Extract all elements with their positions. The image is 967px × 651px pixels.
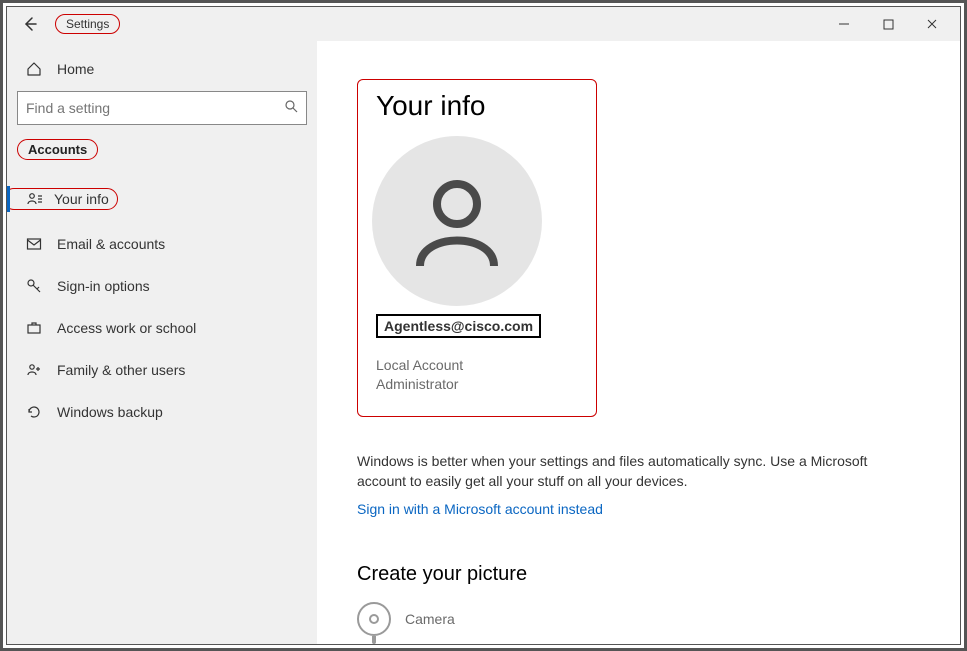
refresh-icon: [25, 404, 43, 420]
sign-in-microsoft-link[interactable]: Sign in with a Microsoft account instead: [357, 501, 603, 517]
close-icon: [926, 18, 938, 30]
close-button[interactable]: [910, 9, 954, 39]
outer-frame: Settings Home: [0, 0, 967, 651]
account-email: Agentless@cisco.com: [376, 314, 541, 338]
camera-icon: [357, 602, 391, 636]
briefcase-icon: [25, 320, 43, 336]
nav-item-windows-backup[interactable]: Windows backup: [17, 394, 307, 430]
camera-option[interactable]: Camera: [357, 602, 920, 636]
back-button[interactable]: [21, 15, 39, 33]
key-icon: [25, 278, 43, 294]
titlebar: Settings: [7, 7, 960, 41]
titlebar-left: Settings: [7, 14, 120, 34]
search-input[interactable]: [26, 100, 284, 116]
nav-item-signin-options[interactable]: Sign-in options: [17, 268, 307, 304]
page-title: Your info: [376, 90, 578, 122]
sync-description: Windows is better when your settings and…: [357, 451, 877, 492]
nav-item-family-users[interactable]: Family & other users: [17, 352, 307, 388]
home-icon: [25, 61, 43, 77]
maximize-button[interactable]: [866, 9, 910, 39]
your-info-highlight: Your info Agentless@cisco.com Local Acco…: [357, 79, 597, 417]
search-box[interactable]: [17, 91, 307, 125]
person-card-icon: [26, 191, 44, 207]
section-label-accounts: Accounts: [17, 139, 98, 160]
sidebar: Home Accounts: [7, 41, 317, 644]
camera-label: Camera: [405, 611, 455, 627]
minimize-icon: [838, 18, 850, 30]
home-nav[interactable]: Home: [17, 51, 307, 87]
main-panel: Your info Agentless@cisco.com Local Acco…: [317, 41, 960, 644]
window-title: Settings: [55, 14, 120, 34]
search-icon: [284, 99, 298, 118]
avatar: [372, 136, 542, 306]
nav-item-email-accounts[interactable]: Email & accounts: [17, 226, 307, 262]
nav-item-label: Sign-in options: [57, 278, 150, 294]
nav-item-label: Your info: [54, 191, 109, 207]
nav-item-your-info[interactable]: Your info: [17, 178, 307, 220]
account-role: Administrator: [376, 375, 578, 394]
home-label: Home: [57, 61, 94, 77]
account-type: Local Account: [376, 356, 578, 375]
content-row: Home Accounts: [7, 41, 960, 644]
arrow-left-icon: [22, 16, 38, 32]
nav-item-your-info-highlight: Your info: [7, 188, 118, 210]
window-frame: Settings Home: [6, 6, 961, 645]
mail-icon: [25, 236, 43, 252]
nav-list: Your info Email & accounts Sign-in optio…: [17, 178, 307, 430]
create-picture-heading: Create your picture: [357, 563, 920, 586]
nav-item-label: Email & accounts: [57, 236, 165, 252]
maximize-icon: [883, 19, 894, 30]
nav-item-label: Windows backup: [57, 404, 163, 420]
nav-item-label: Family & other users: [57, 362, 185, 378]
person-icon: [402, 166, 512, 276]
nav-item-access-work-school[interactable]: Access work or school: [17, 310, 307, 346]
minimize-button[interactable]: [822, 9, 866, 39]
nav-item-label: Access work or school: [57, 320, 196, 336]
people-icon: [25, 362, 43, 378]
